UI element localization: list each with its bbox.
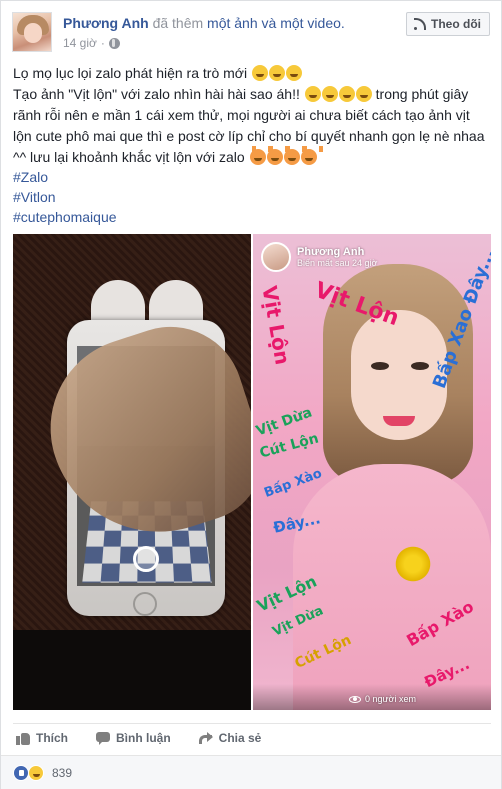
cat-heart-eyes-emoji-icon	[266, 146, 289, 165]
comment-label: Bình luận	[116, 730, 171, 745]
flower-brooch	[393, 544, 433, 584]
laughing-emoji-icon	[304, 86, 321, 102]
action-prefix: đã thêm	[152, 15, 204, 31]
post-photo[interactable]	[13, 234, 251, 710]
reactions-bar: 839	[1, 755, 501, 789]
cat-heart-eyes-emoji-icon	[283, 146, 306, 165]
author-avatar[interactable]	[12, 12, 52, 52]
hashtag-link[interactable]: #Vitlon	[13, 187, 117, 207]
laughing-emoji-icon	[251, 65, 268, 81]
comment-button[interactable]: Bình luận	[96, 731, 171, 745]
like-reaction-icon[interactable]	[13, 764, 29, 781]
laughing-emoji-icon	[338, 86, 355, 102]
share-label: Chia sẻ	[218, 730, 262, 745]
post-card: Phương Anh đã thêm một ảnh và một video.…	[0, 0, 502, 789]
author-name[interactable]: Phương Anh	[63, 15, 149, 31]
video-avatar	[261, 242, 291, 272]
text-line-2a: Tạo ảnh "Vịt lộn" với zalo nhìn hài hài …	[13, 86, 300, 102]
post-header: Phương Anh đã thêm một ảnh và một video.…	[12, 12, 490, 56]
eye-icon	[349, 695, 361, 703]
comment-icon	[96, 731, 110, 745]
action-bar: Thích Bình luận Chia sẻ	[13, 723, 491, 751]
rss-icon	[414, 18, 426, 30]
follow-button[interactable]: Theo dõi	[406, 12, 490, 36]
viewers-label: 0 người xem	[365, 694, 416, 704]
cat-heart-eyes-emoji-icon	[300, 146, 323, 165]
reaction-count[interactable]: 839	[52, 766, 72, 780]
post-text: Lọ mọ lục lọi zalo phát hiện ra trò mới …	[13, 63, 491, 168]
home-button-icon	[133, 592, 157, 616]
laughing-emoji-icon	[268, 65, 285, 81]
post-headline: Phương Anh đã thêm một ảnh và một video.	[63, 15, 345, 31]
laughing-emoji-icon	[285, 65, 302, 81]
haha-reaction-icon[interactable]	[28, 764, 44, 781]
post-video[interactable]: Vịt Lộn Vịt Lộn Vịt Dừa Cút Lộn Bấp Xào …	[253, 234, 491, 710]
thumbs-up-icon	[16, 731, 30, 745]
media-grid: Vịt Lộn Vịt Lộn Vịt Dừa Cút Lộn Bấp Xào …	[13, 234, 491, 710]
laughing-emoji-icon	[321, 86, 338, 102]
timestamp[interactable]: 14 giờ	[63, 36, 97, 50]
viewer-count: 0 người xem	[349, 694, 416, 704]
follow-label: Theo dõi	[431, 17, 481, 31]
share-button[interactable]: Chia sẻ	[198, 730, 262, 745]
cat-heart-eyes-emoji-icon	[249, 146, 272, 165]
video-profile-sub: Biến mất sau 24 giờ	[297, 258, 378, 268]
video-profile: Phương Anh Biến mất sau 24 giờ	[261, 242, 377, 272]
post-meta: 14 giờ ·	[63, 36, 120, 50]
like-button[interactable]: Thích	[16, 731, 68, 745]
camera-shutter-icon	[133, 546, 159, 572]
video-profile-name: Phương Anh	[297, 246, 365, 258]
text-line-1: Lọ mọ lục lọi zalo phát hiện ra trò mới	[13, 65, 248, 81]
share-icon	[198, 731, 213, 745]
hashtags: #Zalo #Vitlon #cutephomaique	[13, 167, 117, 227]
action-link[interactable]: một ảnh và một video.	[207, 15, 345, 31]
hashtag-link[interactable]: #cutephomaique	[13, 207, 117, 227]
hashtag-link[interactable]: #Zalo	[13, 167, 117, 187]
globe-icon[interactable]	[108, 37, 120, 49]
like-label: Thích	[36, 730, 68, 745]
laughing-emoji-icon	[355, 86, 372, 102]
